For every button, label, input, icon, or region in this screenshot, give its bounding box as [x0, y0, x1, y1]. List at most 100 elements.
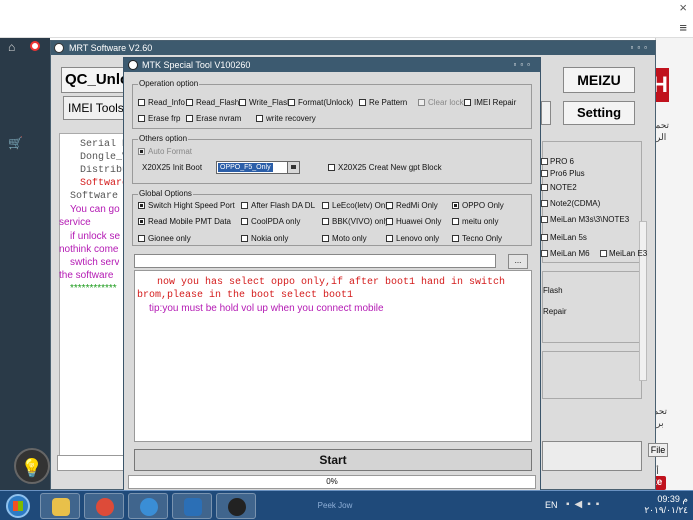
- browser-menu-icon[interactable]: ≡: [679, 20, 687, 35]
- cart-icon[interactable]: 🛒: [8, 136, 23, 150]
- checkbox-box[interactable]: [138, 99, 145, 106]
- meizu-model-checkbox[interactable]: MeiLan 5s: [541, 233, 587, 242]
- checkbox-box[interactable]: [322, 218, 329, 225]
- window-controls[interactable]: ▫▫▫: [630, 41, 651, 55]
- meizu-model-checkbox[interactable]: NOTE2: [541, 183, 577, 192]
- start-menu-button[interactable]: [6, 494, 30, 518]
- global-option-checkbox[interactable]: OPPO Only: [452, 201, 504, 210]
- scrollbar[interactable]: [639, 221, 647, 381]
- system-tray-icons[interactable]: ▪◀▪▪: [566, 499, 604, 510]
- imei-tools-button[interactable]: IMEI Tools: [63, 96, 129, 120]
- creat-gpt-checkbox[interactable]: X20X25 Creat New gpt Block: [328, 163, 442, 172]
- global-option-checkbox[interactable]: LeEco(letv) Only: [322, 201, 391, 210]
- checkbox-box[interactable]: [186, 99, 193, 106]
- checkbox-box[interactable]: [386, 218, 393, 225]
- checkbox-box[interactable]: [241, 202, 248, 209]
- meizu-model-checkbox[interactable]: MeiLan M3s\3\NOTE3: [541, 215, 629, 224]
- checkbox-box[interactable]: [239, 99, 246, 106]
- language-indicator[interactable]: EN: [545, 500, 558, 510]
- checkbox-box[interactable]: [541, 170, 548, 177]
- browser-close-icon[interactable]: ×: [679, 0, 687, 15]
- operation-option-checkbox[interactable]: write recovery: [256, 114, 316, 123]
- checkbox-box[interactable]: [600, 250, 607, 257]
- checkbox-box[interactable]: [241, 218, 248, 225]
- explorer-icon[interactable]: [40, 493, 80, 519]
- meizu-tab[interactable]: MEIZU: [563, 67, 635, 93]
- log-line: now you has select oppo only,if after bo…: [157, 277, 506, 288]
- global-option-checkbox[interactable]: Switch Hight Speed Port: [138, 201, 235, 210]
- checkbox-box[interactable]: [541, 184, 548, 191]
- checkbox-box[interactable]: [541, 234, 548, 241]
- checkbox-box[interactable]: [541, 200, 548, 207]
- site-icon[interactable]: [30, 41, 40, 51]
- home-icon[interactable]: ⌂: [8, 40, 15, 54]
- global-option-checkbox[interactable]: Lenovo only: [386, 234, 439, 243]
- meizu-model-checkbox[interactable]: Pro6 Plus: [541, 169, 585, 178]
- browse-button[interactable]: ...: [508, 254, 528, 269]
- meizu-model-checkbox[interactable]: MeiLan M6: [541, 249, 590, 258]
- global-option-checkbox[interactable]: Tecno Only: [452, 234, 502, 243]
- operation-option-checkbox[interactable]: Erase nvram: [186, 114, 241, 123]
- checkbox-box[interactable]: [138, 235, 145, 242]
- mrt-log-line: the software: [59, 270, 114, 281]
- operation-option-checkbox[interactable]: Format(Unlock): [288, 98, 353, 107]
- global-option-checkbox[interactable]: meitu only: [452, 217, 498, 226]
- checkbox-box[interactable]: [464, 99, 471, 106]
- global-option-checkbox[interactable]: After Flash DA DL: [241, 201, 315, 210]
- global-option-checkbox[interactable]: Moto only: [322, 234, 367, 243]
- checkbox-box[interactable]: [541, 250, 548, 257]
- checkbox-box[interactable]: [288, 99, 295, 106]
- operation-option-checkbox[interactable]: IMEI Repair: [464, 98, 516, 107]
- checkbox-box[interactable]: [138, 218, 145, 225]
- meizu-action-button[interactable]: [542, 441, 642, 471]
- meizu-model-checkbox[interactable]: PRO 6: [541, 157, 574, 166]
- init-boot-select[interactable]: OPPO_F5_Only: [216, 161, 300, 174]
- checkbox-box[interactable]: [386, 235, 393, 242]
- global-option-checkbox[interactable]: BBK(VIVO) only: [322, 217, 389, 226]
- global-option-checkbox[interactable]: RedMi Only: [386, 201, 438, 210]
- log-line: tip:you must be hold vol up when you con…: [149, 303, 384, 314]
- checkbox-box[interactable]: [386, 202, 393, 209]
- start-button[interactable]: Start: [134, 449, 532, 471]
- hidden-button[interactable]: [541, 101, 551, 125]
- mrt-input-field[interactable]: [57, 455, 129, 471]
- app-icon[interactable]: [128, 493, 168, 519]
- checkbox-box[interactable]: [328, 164, 335, 171]
- checkbox-box[interactable]: [359, 99, 366, 106]
- checkbox-box[interactable]: [256, 115, 263, 122]
- operation-option-checkbox[interactable]: Read_Info: [138, 98, 185, 107]
- operation-option-checkbox[interactable]: Read_Flash: [186, 98, 239, 107]
- global-option-checkbox[interactable]: Read Mobile PMT Data: [138, 217, 231, 226]
- qc-unlock-tab[interactable]: QC_Unlock: [61, 67, 129, 93]
- checkbox-box[interactable]: [452, 202, 459, 209]
- mrt-icon[interactable]: [216, 493, 256, 519]
- dropdown-arrow-icon[interactable]: [287, 162, 299, 173]
- checkbox-box[interactable]: [322, 235, 329, 242]
- file-button[interactable]: File: [648, 443, 668, 457]
- file-path-input[interactable]: [134, 254, 496, 268]
- checkbox-box[interactable]: [322, 202, 329, 209]
- network-icon[interactable]: [172, 493, 212, 519]
- clock[interactable]: 09:39 م ٢٠١٩/٠١/٢٤: [638, 494, 688, 516]
- global-option-checkbox[interactable]: Gionee only: [138, 234, 191, 243]
- operation-option-checkbox[interactable]: Write_Flash: [239, 98, 292, 107]
- checkbox-box[interactable]: [541, 158, 548, 165]
- checkbox-box[interactable]: [452, 218, 459, 225]
- checkbox-box[interactable]: [138, 115, 145, 122]
- global-option-checkbox[interactable]: Nokia only: [241, 234, 288, 243]
- global-option-checkbox[interactable]: Huawei Only: [386, 217, 441, 226]
- checkbox-box[interactable]: [241, 235, 248, 242]
- window-controls[interactable]: ▫▫▫: [513, 58, 534, 72]
- setting-button[interactable]: Setting: [563, 101, 635, 125]
- chrome-icon[interactable]: [84, 493, 124, 519]
- meizu-model-checkbox[interactable]: Note2(CDMA): [541, 199, 600, 208]
- checkbox-box[interactable]: [541, 216, 548, 223]
- checkbox-box[interactable]: [138, 202, 145, 209]
- global-option-checkbox[interactable]: CoolPDA only: [241, 217, 300, 226]
- checkbox-box[interactable]: [186, 115, 193, 122]
- operation-option-checkbox[interactable]: Re Pattern: [359, 98, 407, 107]
- lightbulb-icon[interactable]: 💡: [14, 448, 50, 484]
- operation-option-checkbox[interactable]: Erase frp: [138, 114, 180, 123]
- meizu-model-checkbox[interactable]: MeiLan E3: [600, 249, 647, 258]
- checkbox-box[interactable]: [452, 235, 459, 242]
